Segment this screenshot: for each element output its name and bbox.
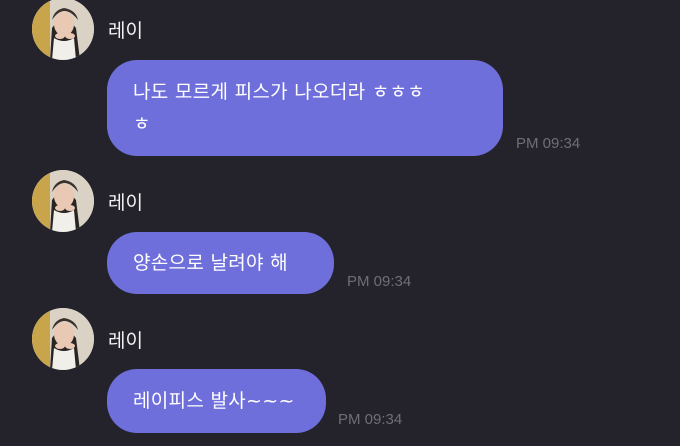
profile-photo-icon: [32, 170, 94, 232]
message-bubble[interactable]: 나도 모르게 피스가 나오더라 ㅎㅎㅎ ㅎ: [107, 60, 503, 156]
message-text-line: 레이피스 발사~~~: [133, 390, 295, 412]
message-text-line: 나도 모르게 피스가 나오더라 ㅎㅎㅎ: [133, 81, 426, 103]
message-bubble[interactable]: 양손으로 날려야 해: [107, 232, 334, 294]
message-text-line: ㅎ: [133, 113, 151, 135]
avatar[interactable]: [32, 0, 94, 60]
profile-photo-icon: [32, 0, 94, 60]
message-bubble[interactable]: 레이피스 발사~~~: [107, 369, 326, 433]
sender-name: 레이: [108, 20, 143, 42]
profile-photo-icon: [32, 308, 94, 370]
message-time: PM 09:34: [347, 273, 412, 290]
message-time: PM 09:34: [516, 135, 581, 152]
avatar[interactable]: [32, 308, 94, 370]
message-time: PM 09:34: [338, 411, 403, 428]
chat-message-list: 레이 나도 모르게 피스가 나오더라 ㅎㅎㅎ ㅎ PM 09:34 레이 양손으…: [0, 0, 680, 446]
message-text-line: 양손으로 날려야 해: [133, 252, 288, 274]
sender-name: 레이: [108, 192, 143, 214]
avatar[interactable]: [32, 170, 94, 232]
sender-name: 레이: [108, 330, 143, 352]
